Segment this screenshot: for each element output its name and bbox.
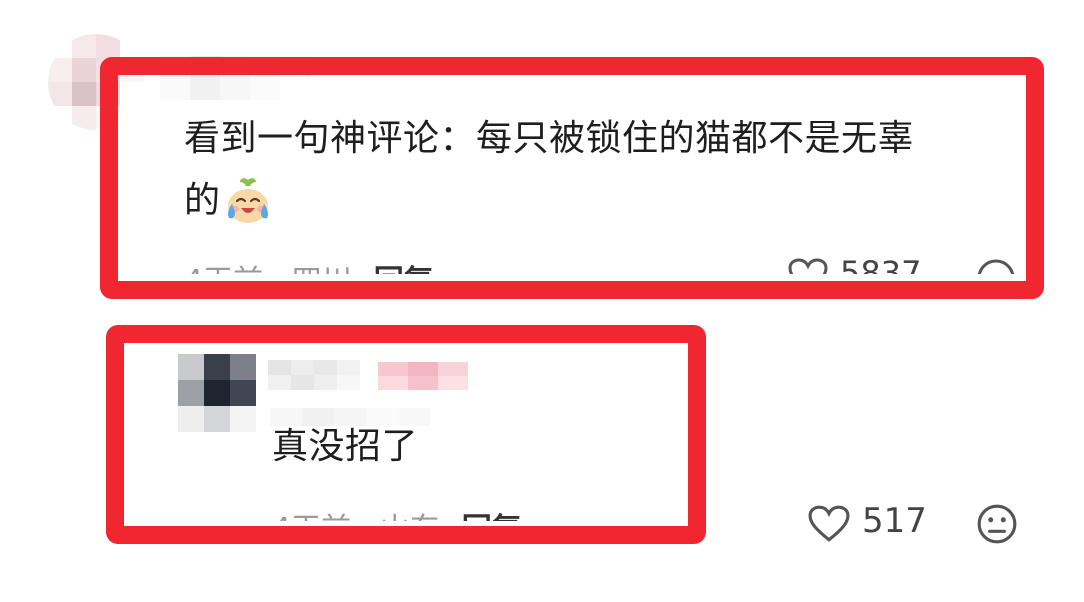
comment-text-line-2: 的 [184,180,221,221]
reply-button[interactable]: 回复 [374,264,434,274]
heart-icon[interactable] [808,505,850,543]
comment-2-meta-clip: 4天前 · 山东 回复 [272,504,692,521]
comment-meta: 4天前 · 四川 回复 [184,256,434,274]
comment-1-meta-clip: 4天前 · 四川 回复 5837 [184,252,1044,274]
reply-username-redacted[interactable] [268,360,360,390]
reply-time-location: 4天前 · 山东 [272,512,440,521]
avatar[interactable] [48,34,144,130]
reply-meta: 4天前 · 山东 回复 [272,504,522,521]
reply-reply-button[interactable]: 回复 [462,512,522,521]
crying-laughing-emoji-icon [227,178,268,223]
comment-text-line-2-row: 的 [184,168,273,234]
reply-user-badge [378,362,468,390]
time-location: 4天前 · 四川 [184,264,352,274]
reply-like-count: 517 [862,501,927,541]
heart-icon[interactable] [788,258,828,274]
neutral-face-icon[interactable] [976,503,1018,545]
reply-avatar[interactable] [178,354,256,432]
neutral-face-icon[interactable] [976,258,1016,274]
username-redacted[interactable] [160,56,310,100]
like-count: 5837 [840,254,922,274]
comment-text-line-1: 看到一句神评论：每只被锁住的猫都不是无辜 [184,118,915,159]
reply-text: 真没招了 [272,426,419,467]
